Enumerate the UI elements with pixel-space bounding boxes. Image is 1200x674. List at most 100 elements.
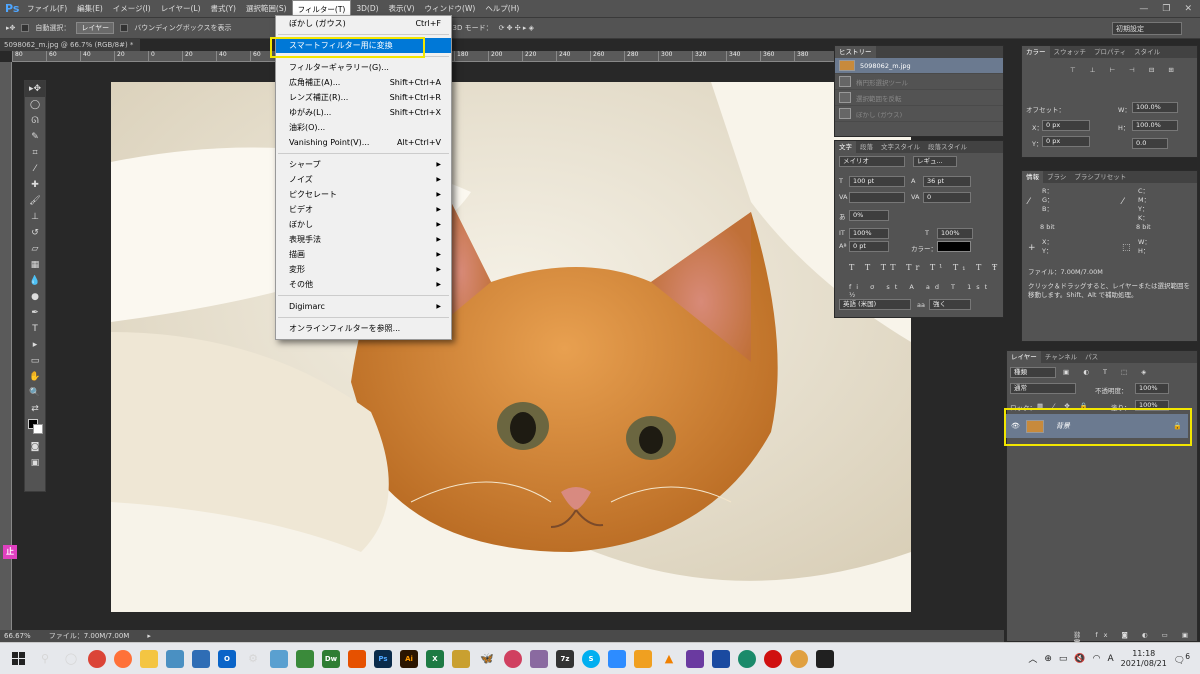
7zip-icon[interactable]: 7z <box>552 646 578 672</box>
character-tab-0[interactable]: 文字 <box>835 141 856 153</box>
illustrator-icon[interactable]: Ai <box>396 646 422 672</box>
filter-menu-item-4[interactable]: レンズ補正(R)... Shift+Ctrl+R <box>276 90 451 105</box>
menu-item-3[interactable]: レイヤー(L) <box>156 0 206 17</box>
zoom-app-icon[interactable] <box>604 646 630 672</box>
font-family-select[interactable]: メイリオ <box>839 156 905 167</box>
record-icon[interactable] <box>760 646 786 672</box>
filter-menu-item-11[interactable]: ビデオ ▶ <box>276 202 451 217</box>
history-brush-icon[interactable]: ↺ <box>25 225 45 241</box>
gradient-tool-icon[interactable]: ▦ <box>25 257 45 273</box>
filter-menu-item-5[interactable]: ゆがみ(L)... Shift+Ctrl+X <box>276 105 451 120</box>
filter-menu-item-2[interactable]: フィルターギャラリー(G)... <box>276 60 451 75</box>
filter-menu-item-10[interactable]: ピクセレート ▶ <box>276 187 451 202</box>
tsume-field[interactable]: 0% <box>849 210 889 221</box>
path-select-icon[interactable]: ▸ <box>25 337 45 353</box>
marquee-tool-icon[interactable]: ◯ <box>25 97 45 113</box>
photoshop-taskbar-icon[interactable]: Ps <box>370 646 396 672</box>
properties-tab-2[interactable]: プロパティ <box>1090 46 1130 58</box>
hand-tool-icon[interactable]: ✋ <box>25 369 45 385</box>
layer-kind-filter[interactable]: 種類 <box>1010 367 1056 378</box>
firefox-icon[interactable] <box>110 646 136 672</box>
language-select[interactable]: 英語 (米国) <box>839 299 911 310</box>
lasso-tool-icon[interactable]: ᘏ <box>25 113 45 129</box>
chrome-icon[interactable] <box>84 646 110 672</box>
layer-select-dropdown[interactable]: レイヤー <box>76 22 115 34</box>
background-color[interactable] <box>33 424 43 434</box>
filter-menu-item-3[interactable]: 広角補正(A)... Shift+Ctrl+A <box>276 75 451 90</box>
character-tab-2[interactable]: 文字スタイル <box>877 141 924 153</box>
search-icon[interactable]: ⚲ <box>32 646 58 672</box>
screen-mode-icon[interactable]: ▣ <box>25 455 45 471</box>
history-row[interactable]: 5098062_m.jpg <box>835 58 1003 74</box>
close-icon[interactable]: ✕ <box>1184 4 1192 14</box>
photos-icon[interactable] <box>188 646 214 672</box>
dreamweaver-icon[interactable]: Dw <box>318 646 344 672</box>
filter-menu-item-9[interactable]: ノイズ ▶ <box>276 172 451 187</box>
menu-item-0[interactable]: ファイル(F) <box>22 0 72 17</box>
app-icon-2[interactable] <box>266 646 292 672</box>
menu-item-4[interactable]: 書式(Y) <box>206 0 241 17</box>
app-icon-6[interactable] <box>500 646 526 672</box>
filter-menu-item-8[interactable]: シャープ ▶ <box>276 157 451 172</box>
settings-gear-icon[interactable]: ⚙ <box>240 646 266 672</box>
y-field[interactable]: 0 px <box>1042 136 1090 147</box>
blend-mode-select[interactable]: 通常 <box>1010 383 1076 394</box>
3d-tools-icons[interactable]: ⟳ ✥ ✣ ▸ ◈ <box>499 24 534 32</box>
status-arrow-icon[interactable]: ▸ <box>147 632 151 640</box>
workspace-select[interactable]: 初期設定 <box>1112 22 1182 35</box>
stamp-tool-icon[interactable]: ⊥ <box>25 209 45 225</box>
speaker-mute-icon[interactable]: 🔇 <box>1074 654 1085 664</box>
move-tool-icon[interactable]: ▸✥ <box>6 24 15 32</box>
angle-field[interactable]: 0.0 <box>1132 138 1168 149</box>
filter-menu-item-14[interactable]: 描画 ▶ <box>276 247 451 262</box>
properties-tab-0[interactable]: カラー <box>1022 46 1050 58</box>
history-row[interactable]: 選択範囲を反転 <box>835 90 1003 106</box>
zoom-tool-icon[interactable]: 🔍 <box>25 385 45 401</box>
vlc-icon[interactable]: ▲ <box>656 646 682 672</box>
filter-menu-item-17[interactable]: Digimarc ▶ <box>276 299 451 314</box>
menu-item-2[interactable]: イメージ(I) <box>108 0 156 17</box>
character-tab-3[interactable]: 段落スタイル <box>924 141 971 153</box>
character-tab-1[interactable]: 段落 <box>856 141 877 153</box>
filter-menu-item-15[interactable]: 変形 ▶ <box>276 262 451 277</box>
menu-item-10[interactable]: ヘルプ(H) <box>480 0 524 17</box>
start-button-icon[interactable] <box>6 646 32 672</box>
explorer-icon[interactable] <box>136 646 162 672</box>
app-icon-8[interactable] <box>630 646 656 672</box>
zoom-level[interactable]: 66.67% <box>4 632 31 640</box>
app-icon-11[interactable] <box>734 646 760 672</box>
align-icons[interactable]: ⊤ ⊥ ⊢ ⊣ ⊟ ⊞ <box>1070 66 1180 74</box>
type-tool-icon[interactable]: T <box>25 321 45 337</box>
app-icon-13[interactable] <box>812 646 838 672</box>
wifi-icon[interactable]: ◠ <box>1093 654 1101 664</box>
vertical-scale-field[interactable]: 100% <box>849 228 889 239</box>
app-icon-3[interactable] <box>292 646 318 672</box>
dodge-tool-icon[interactable]: ● <box>25 289 45 305</box>
minimize-icon[interactable]: — <box>1139 4 1148 14</box>
menu-item-1[interactable]: 編集(E) <box>72 0 108 17</box>
app-icon-4[interactable] <box>344 646 370 672</box>
tab-history[interactable]: ヒストリー <box>835 46 876 58</box>
h-field[interactable]: 100.0% <box>1132 120 1178 131</box>
app-icon-5[interactable] <box>448 646 474 672</box>
properties-tab-3[interactable]: スタイル <box>1130 46 1164 58</box>
history-row[interactable]: 楕円形選択ツール <box>835 74 1003 90</box>
excel-icon[interactable]: X <box>422 646 448 672</box>
font-size-field[interactable]: 100 pt <box>849 176 905 187</box>
blur-tool-icon[interactable]: 💧 <box>25 273 45 289</box>
eraser-tool-icon[interactable]: ▱ <box>25 241 45 257</box>
history-row[interactable]: ぼかし (ガウス) <box>835 106 1003 122</box>
layer-filter-icons[interactable]: ▣ ◐ T ⬚ ◈ <box>1063 368 1152 376</box>
w-field[interactable]: 100.0% <box>1132 102 1178 113</box>
ime-indicator[interactable]: A <box>1108 654 1114 664</box>
tray-chevron-icon[interactable]: ︿ <box>1028 652 1037 665</box>
crop-tool-icon[interactable]: ⌗ <box>25 145 45 161</box>
butterfly-icon[interactable]: 🦋 <box>474 646 500 672</box>
eyedropper-tool-icon[interactable]: ⁄ <box>25 161 45 177</box>
filter-menu-item-16[interactable]: その他 ▶ <box>276 277 451 292</box>
battery-icon[interactable]: ▭ <box>1059 654 1068 664</box>
app-icon-10[interactable] <box>708 646 734 672</box>
opentype-buttons[interactable]: fi σ st A ad T 1st ½ <box>849 283 1003 299</box>
x-field[interactable]: 0 px <box>1042 120 1090 131</box>
baseline-field[interactable]: 0 pt <box>849 241 889 252</box>
